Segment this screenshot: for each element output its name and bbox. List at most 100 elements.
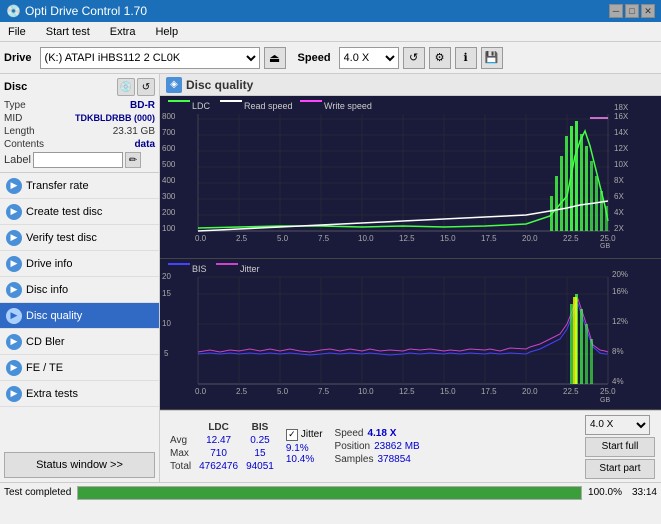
settings-button[interactable]: ⚙ <box>429 47 451 69</box>
position-value: 23862 MB <box>374 441 420 452</box>
nav-fe-te-icon: ▶ <box>6 360 22 376</box>
disc-refresh-btn[interactable]: ↺ <box>137 78 155 96</box>
refresh-button[interactable]: ↺ <box>403 47 425 69</box>
stats-speed-select[interactable]: 4.0 X <box>585 415 650 435</box>
charts-container: LDC Read speed Write speed 100 200 300 4… <box>160 96 661 410</box>
eject-button[interactable]: ⏏ <box>264 47 286 69</box>
nav-verify-icon: ▶ <box>6 230 22 246</box>
stats-max-ldc: 710 <box>195 447 242 460</box>
svg-text:8X: 8X <box>614 176 624 185</box>
disc-label-row: Label ✏ <box>4 152 155 168</box>
main-layout: Disc 💿 ↺ Type BD-R MID TDKBLDRBB (000) L… <box>0 74 661 482</box>
disc-label-key: Label <box>4 154 31 166</box>
svg-text:16%: 16% <box>612 287 628 296</box>
disc-contents-row: Contents data <box>4 139 155 150</box>
status-window-button[interactable]: Status window >> <box>4 452 155 478</box>
nav-fe-te[interactable]: ▶ FE / TE <box>0 355 159 381</box>
svg-text:12%: 12% <box>612 317 628 326</box>
svg-text:Write speed: Write speed <box>324 101 372 111</box>
nav-transfer-rate[interactable]: ▶ Transfer rate <box>0 173 159 199</box>
stats-max-bis: 15 <box>242 447 278 460</box>
svg-text:12X: 12X <box>614 144 629 153</box>
svg-text:25.0: 25.0 <box>600 234 616 243</box>
nav-verify-test-disc[interactable]: ▶ Verify test disc <box>0 225 159 251</box>
nav-disc-quality[interactable]: ▶ Disc quality <box>0 303 159 329</box>
jitter-avg: 9.1% <box>286 443 314 454</box>
stats-avg-label: Avg <box>166 434 195 447</box>
disc-label-input[interactable] <box>33 152 123 168</box>
title-bar: 💿 Opti Drive Control 1.70 ─ □ ✕ <box>0 0 661 22</box>
svg-text:14X: 14X <box>614 128 629 137</box>
svg-text:200: 200 <box>162 208 176 217</box>
disc-icon-btn[interactable]: 💿 <box>117 78 135 96</box>
nav-disc-info[interactable]: ▶ Disc info <box>0 277 159 303</box>
menu-start-test[interactable]: Start test <box>42 24 94 40</box>
minimize-button[interactable]: ─ <box>609 4 623 18</box>
svg-text:20%: 20% <box>612 270 628 279</box>
app-title: Opti Drive Control 1.70 <box>25 4 147 18</box>
nav-drive-info[interactable]: ▶ Drive info <box>0 251 159 277</box>
window-controls: ─ □ ✕ <box>609 4 655 18</box>
disc-length-row: Length 23.31 GB <box>4 126 155 137</box>
menu-help[interactable]: Help <box>151 24 182 40</box>
menu-extra[interactable]: Extra <box>106 24 140 40</box>
svg-text:800: 800 <box>162 112 176 121</box>
samples-row: Samples 378854 <box>335 454 420 465</box>
svg-text:GB: GB <box>600 243 610 250</box>
nav-extra-tests-icon: ▶ <box>6 386 22 402</box>
svg-text:GB: GB <box>600 397 610 404</box>
start-part-button[interactable]: Start part <box>585 459 655 479</box>
disc-mid-value: TDKBLDRBB (000) <box>75 113 155 124</box>
nav-disc-info-label: Disc info <box>26 284 68 296</box>
chart-header-icon: ◈ <box>166 77 182 93</box>
svg-text:BIS: BIS <box>192 264 207 274</box>
nav-transfer-rate-icon: ▶ <box>6 178 22 194</box>
nav-disc-quality-icon: ▶ <box>6 308 22 324</box>
svg-text:18X: 18X <box>614 103 629 112</box>
svg-text:500: 500 <box>162 160 176 169</box>
nav-extra-tests[interactable]: ▶ Extra tests <box>0 381 159 407</box>
svg-text:100: 100 <box>162 224 176 233</box>
label-edit-btn[interactable]: ✏ <box>125 152 141 168</box>
maximize-button[interactable]: □ <box>625 4 639 18</box>
speed-section: Speed 4.18 X Position 23862 MB Samples 3… <box>335 428 420 465</box>
nav-create-test-disc[interactable]: ▶ Create test disc <box>0 199 159 225</box>
nav-verify-label: Verify test disc <box>26 232 97 244</box>
disc-length-value: 23.31 GB <box>113 126 155 137</box>
speed-select[interactable]: 4.0 X <box>339 47 399 69</box>
speed-label-stat: Speed <box>335 428 364 439</box>
time-text: 33:14 <box>632 487 657 498</box>
svg-text:17.5: 17.5 <box>481 234 497 243</box>
nav-cd-bler-icon: ▶ <box>6 334 22 350</box>
nav-disc-quality-label: Disc quality <box>26 310 82 322</box>
jitter-stats: 9.1% 10.4% <box>286 443 314 465</box>
jitter-checkbox[interactable]: ✓ <box>286 429 298 441</box>
stats-total-bis: 94051 <box>242 460 278 473</box>
svg-text:5: 5 <box>164 349 169 358</box>
svg-text:20.0: 20.0 <box>522 234 538 243</box>
disc-type-label: Type <box>4 100 26 111</box>
info-button[interactable]: ℹ <box>455 47 477 69</box>
chart-title: Disc quality <box>186 78 253 92</box>
samples-label: Samples <box>335 454 374 465</box>
status-bar: Test completed 100.0% 33:14 <box>0 482 661 502</box>
nav-disc-info-icon: ▶ <box>6 282 22 298</box>
svg-text:22.5: 22.5 <box>563 387 579 396</box>
close-button[interactable]: ✕ <box>641 4 655 18</box>
svg-text:600: 600 <box>162 144 176 153</box>
position-row: Position 23862 MB <box>335 441 420 452</box>
svg-text:22.5: 22.5 <box>563 234 579 243</box>
jitter-max: 10.4% <box>286 454 314 465</box>
svg-text:12.5: 12.5 <box>399 234 415 243</box>
left-panel: Disc 💿 ↺ Type BD-R MID TDKBLDRBB (000) L… <box>0 74 160 482</box>
nav-cd-bler[interactable]: ▶ CD Bler <box>0 329 159 355</box>
stats-panel: LDC BIS Avg 12.47 0.25 Max 710 15 Total … <box>160 410 661 482</box>
svg-text:Jitter: Jitter <box>240 264 260 274</box>
menu-file[interactable]: File <box>4 24 30 40</box>
disc-length-label: Length <box>4 126 35 137</box>
top-chart-svg: LDC Read speed Write speed 100 200 300 4… <box>160 96 661 258</box>
save-button[interactable]: 💾 <box>481 47 503 69</box>
svg-text:2.5: 2.5 <box>236 387 248 396</box>
drive-select[interactable]: (K:) ATAPI iHBS112 2 CL0K <box>40 47 260 69</box>
start-full-button[interactable]: Start full <box>585 437 655 457</box>
